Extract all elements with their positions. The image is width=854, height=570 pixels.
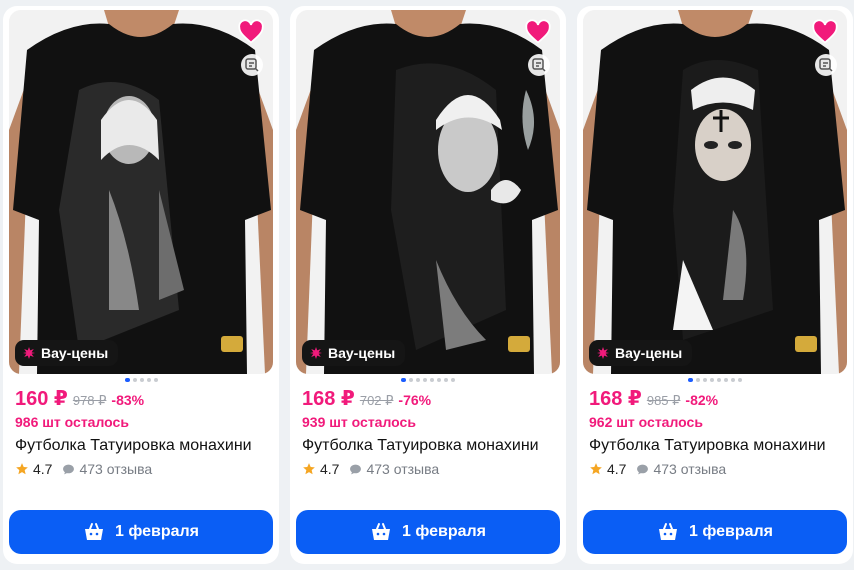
badge-label: Вау-цены (328, 345, 396, 361)
product-title[interactable]: Футболка Татуировка монахини (15, 437, 271, 455)
product-image[interactable]: Вау-цены (296, 10, 560, 374)
product-card[interactable]: Вау-цены 168 ₽ 985 ₽ -82% 962 шт осталос… (577, 6, 853, 564)
comment-icon (637, 464, 649, 474)
price-row: 160 ₽ 978 ₽ -83% (15, 386, 144, 411)
price-row: 168 ₽ 985 ₽ -82% (589, 386, 718, 411)
rating-row: 4.7 473 отзыва (15, 461, 152, 477)
delivery-date: 1 февраля (401, 523, 487, 540)
rating-value: 4.7 (607, 461, 627, 477)
stock-remaining: 962 шт осталось (589, 414, 703, 430)
badge-label: Вау-цены (41, 345, 109, 361)
add-to-cart-button[interactable]: 1 февраля (296, 510, 560, 554)
tshirt-photo (296, 10, 560, 374)
favorite-heart-icon[interactable] (811, 18, 839, 46)
wow-price-badge: Вау-цены (589, 340, 693, 366)
star-icon (303, 463, 315, 475)
old-price: 978 ₽ (72, 393, 107, 408)
product-card[interactable]: Вау-цены 168 ₽ 702 ₽ -76% 939 шт осталос… (290, 6, 566, 564)
rating-row: 4.7 473 отзыва (589, 461, 726, 477)
product-title[interactable]: Футболка Татуировка монахини (302, 437, 558, 455)
reviews-count[interactable]: 473 отзыва (366, 461, 439, 477)
star-icon (590, 463, 602, 475)
basket-icon (658, 523, 677, 540)
rating-value: 4.7 (320, 461, 340, 477)
discount-percent: -76% (398, 392, 432, 408)
old-price: 985 ₽ (646, 393, 681, 408)
product-image[interactable]: Вау-цены (9, 10, 273, 374)
starburst-icon (310, 347, 322, 359)
discount-percent: -82% (685, 392, 719, 408)
delivery-date: 1 февраля (688, 523, 774, 540)
old-price: 702 ₽ (359, 393, 394, 408)
price-row: 168 ₽ 702 ₽ -76% (302, 386, 431, 411)
product-title[interactable]: Футболка Татуировка монахини (589, 437, 845, 455)
stock-remaining: 939 шт осталось (302, 414, 416, 430)
product-grid: Вау-цены 160 ₽ 978 ₽ -83% 986 шт осталос… (0, 0, 854, 570)
starburst-icon (23, 347, 35, 359)
starburst-icon (597, 347, 609, 359)
comment-icon (350, 464, 362, 474)
wow-price-badge: Вау-цены (15, 340, 119, 366)
delivery-date: 1 февраля (114, 523, 200, 540)
image-pager[interactable] (290, 378, 566, 382)
comment-icon (63, 464, 75, 474)
basket-icon (84, 523, 103, 540)
find-similar-icon[interactable] (528, 54, 550, 76)
badge-label: Вау-цены (615, 345, 683, 361)
favorite-heart-icon[interactable] (524, 18, 552, 46)
product-image[interactable]: Вау-цены (583, 10, 847, 374)
tshirt-photo (583, 10, 847, 374)
current-price: 168 ₽ (302, 388, 355, 410)
current-price: 160 ₽ (15, 388, 68, 410)
discount-percent: -83% (111, 392, 145, 408)
favorite-heart-icon[interactable] (237, 18, 265, 46)
current-price: 168 ₽ (589, 388, 642, 410)
rating-row: 4.7 473 отзыва (302, 461, 439, 477)
add-to-cart-button[interactable]: 1 февраля (9, 510, 273, 554)
find-similar-icon[interactable] (815, 54, 837, 76)
star-icon (16, 463, 28, 475)
reviews-count[interactable]: 473 отзыва (653, 461, 726, 477)
reviews-count[interactable]: 473 отзыва (79, 461, 152, 477)
tshirt-photo (9, 10, 273, 374)
add-to-cart-button[interactable]: 1 февраля (583, 510, 847, 554)
find-similar-icon[interactable] (241, 54, 263, 76)
rating-value: 4.7 (33, 461, 53, 477)
product-card[interactable]: Вау-цены 160 ₽ 978 ₽ -83% 986 шт осталос… (3, 6, 279, 564)
stock-remaining: 986 шт осталось (15, 414, 129, 430)
image-pager[interactable] (3, 378, 279, 382)
basket-icon (371, 523, 390, 540)
image-pager[interactable] (577, 378, 853, 382)
wow-price-badge: Вау-цены (302, 340, 406, 366)
